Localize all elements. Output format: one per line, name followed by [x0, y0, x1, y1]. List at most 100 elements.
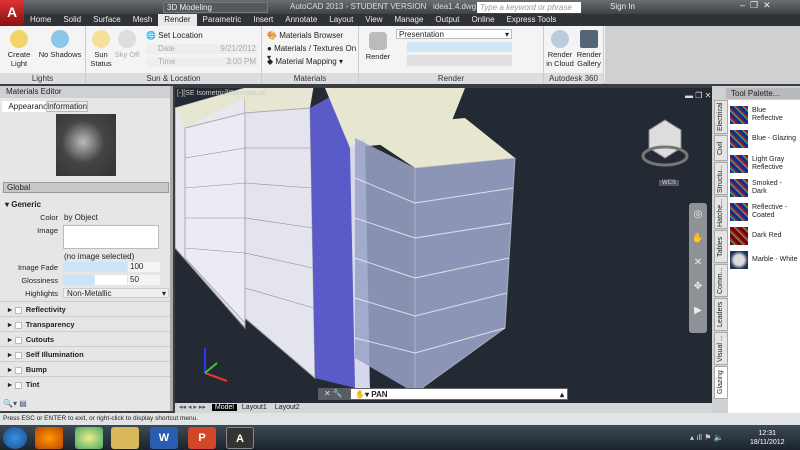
render-gallery-button[interactable]: Render Gallery: [575, 30, 603, 68]
command-line-input[interactable]: ✋▾ PAN ▴: [350, 388, 568, 400]
color-value[interactable]: by Object: [64, 213, 98, 222]
command-line-close-icon[interactable]: ✕ 🔧: [318, 388, 350, 400]
tab-layout1[interactable]: Layout1: [239, 404, 270, 411]
palette-tab-structural[interactable]: Structu...: [714, 162, 728, 195]
tab-view[interactable]: View: [359, 14, 388, 26]
material-name-field[interactable]: Global: [3, 182, 169, 193]
taskbar-autocad[interactable]: A: [226, 427, 254, 449]
viewport-controls-label[interactable]: [-][SE Isometric][Conceptual]: [177, 90, 266, 97]
system-tray-icons[interactable]: ▴ ıll ⚑ 🔈: [690, 433, 724, 442]
window-controls[interactable]: ‒ ❐ ✕: [740, 0, 771, 11]
clock[interactable]: 12:31 18/11/2012: [750, 429, 785, 447]
tab-insert[interactable]: Insert: [247, 14, 279, 26]
self-illumination-section[interactable]: ▸ Self Illumination: [0, 346, 170, 361]
palette-tab-visual[interactable]: Visual ...: [714, 332, 728, 365]
generic-section-header[interactable]: ▾ Generic: [5, 200, 41, 209]
tab-mesh[interactable]: Mesh: [127, 14, 159, 26]
sign-in-button[interactable]: Sign In: [610, 2, 635, 11]
start-button[interactable]: [3, 427, 27, 449]
palette-tab-hatches[interactable]: Hatche...: [714, 196, 728, 229]
render-preset-dropdown[interactable]: Presentation ▾: [396, 29, 512, 39]
taskbar-firefox[interactable]: [35, 427, 63, 449]
tab-render[interactable]: Render: [158, 14, 197, 26]
materials-panel-label[interactable]: Materials: [262, 73, 358, 84]
render-panel-label[interactable]: Render: [359, 73, 543, 84]
palette-tab-commands[interactable]: Comm...: [714, 264, 728, 297]
tool-dark-red[interactable]: Dark Red: [730, 224, 798, 248]
wcs-menu[interactable]: WCS: [659, 180, 679, 186]
tab-information[interactable]: Information: [46, 101, 88, 112]
material-mapping-dropdown[interactable]: ◆ Material Mapping ▾: [267, 57, 343, 66]
render-output-field[interactable]: [407, 42, 512, 52]
image-fade-value[interactable]: 100: [128, 262, 160, 272]
reflectivity-section[interactable]: ▸ Reflectivity: [0, 301, 170, 316]
render-button[interactable]: Render: [363, 32, 393, 61]
taskbar-word[interactable]: W: [150, 427, 178, 449]
status-bar: Press ESC or ENTER to exit, or right-cli…: [0, 413, 800, 425]
palette-tab-electrical[interactable]: Electrical: [714, 100, 728, 134]
create-material-icon[interactable]: 🔍▾ ▤: [3, 399, 27, 408]
gallery-icon: [580, 30, 598, 48]
date-slider[interactable]: Date 9/21/2012: [146, 44, 258, 54]
material-swatch-icon: [730, 155, 748, 173]
autodesk-360-panel-label: Autodesk 360: [544, 73, 603, 84]
lights-panel-label[interactable]: Lights: [0, 73, 85, 84]
drawing-viewport[interactable]: [-][SE Isometric][Conceptual] WCS ▬ ❐ ✕ …: [175, 88, 712, 403]
search-input[interactable]: Type a keyword or phrase: [477, 2, 581, 13]
tab-manage[interactable]: Manage: [389, 14, 430, 26]
materials-editor-title[interactable]: Materials Editor: [0, 86, 170, 98]
glossiness-value[interactable]: 50: [128, 275, 160, 285]
workspace-dropdown[interactable]: 3D Modeling: [163, 2, 268, 13]
tab-express-tools[interactable]: Express Tools: [501, 14, 563, 26]
sun-status-button[interactable]: Sun Status: [88, 30, 114, 68]
tab-layout2[interactable]: Layout2: [272, 404, 303, 411]
create-light-button[interactable]: Create Light: [4, 30, 34, 68]
image-slot[interactable]: [63, 225, 159, 249]
building-model: [175, 88, 689, 394]
palette-tab-tables[interactable]: Tables: [714, 230, 728, 263]
set-location-button[interactable]: 🌐 Set Location: [146, 31, 203, 40]
palette-tab-glazing[interactable]: Glazing: [714, 366, 728, 399]
viewport-window-controls[interactable]: ▬ ❐ ✕: [685, 91, 711, 100]
bump-section[interactable]: ▸ Bump: [0, 361, 170, 376]
taskbar-explorer[interactable]: [111, 427, 139, 449]
tab-surface[interactable]: Surface: [87, 14, 127, 26]
tab-online[interactable]: Online: [465, 14, 500, 26]
tool-blue-glazing[interactable]: Blue - Glazing: [730, 127, 798, 151]
cutouts-section[interactable]: ▸ Cutouts: [0, 331, 170, 346]
tool-palette-title[interactable]: Tool Palette...: [726, 88, 800, 99]
time-slider[interactable]: Time 3:00 PM: [146, 57, 258, 67]
tab-layout[interactable]: Layout: [323, 14, 359, 26]
render-in-cloud-button[interactable]: Render in Cloud: [545, 30, 575, 68]
tab-model[interactable]: Model: [211, 404, 237, 411]
taskbar-powerpoint[interactable]: P: [188, 427, 216, 449]
tab-annotate[interactable]: Annotate: [279, 14, 323, 26]
tab-parametric[interactable]: Parametric: [197, 14, 248, 26]
tint-section[interactable]: ▸ Tint: [0, 376, 170, 391]
transparency-section[interactable]: ▸ Transparency: [0, 316, 170, 331]
nav-tools-icons[interactable]: ◎ ✋ ✕ ✥ ▶: [689, 203, 707, 323]
materials-browser-button[interactable]: 🎨 Materials Browser: [267, 31, 343, 40]
tool-smoked-dark[interactable]: Smoked - Dark: [730, 176, 798, 200]
tool-blue-reflective[interactable]: Blue Reflective: [730, 103, 798, 127]
tool-marble-white[interactable]: Marble - White: [730, 248, 798, 272]
tab-home[interactable]: Home: [24, 14, 57, 26]
layout-nav-arrows[interactable]: ◂◂ ◂ ▸ ▸▸: [179, 404, 206, 411]
tool-reflective-coated[interactable]: Reflective - Coated: [730, 200, 798, 224]
tool-light-gray-reflective[interactable]: Light Gray Reflective: [730, 152, 798, 176]
material-preview-swatch[interactable]: [56, 114, 116, 176]
sky-off-button[interactable]: Sky Off: [114, 30, 140, 59]
tab-output[interactable]: Output: [429, 14, 465, 26]
glossiness-slider[interactable]: [63, 275, 127, 285]
navigation-bar[interactable]: ◎ ✋ ✕ ✥ ▶: [689, 203, 707, 333]
taskbar-sticky-notes[interactable]: [75, 427, 103, 449]
highlights-dropdown[interactable]: Non-Metallic ▾: [63, 288, 169, 298]
sun-location-panel-label[interactable]: Sun & Location: [86, 73, 261, 84]
render-output-path[interactable]: [407, 55, 512, 66]
palette-tab-leaders[interactable]: Leaders: [714, 298, 728, 331]
tab-solid[interactable]: Solid: [57, 14, 87, 26]
image-fade-slider[interactable]: [63, 262, 127, 272]
palette-tab-civil[interactable]: Civil: [714, 135, 728, 161]
application-menu-button[interactable]: A: [0, 0, 24, 26]
no-shadows-button[interactable]: No Shadows: [38, 30, 82, 59]
